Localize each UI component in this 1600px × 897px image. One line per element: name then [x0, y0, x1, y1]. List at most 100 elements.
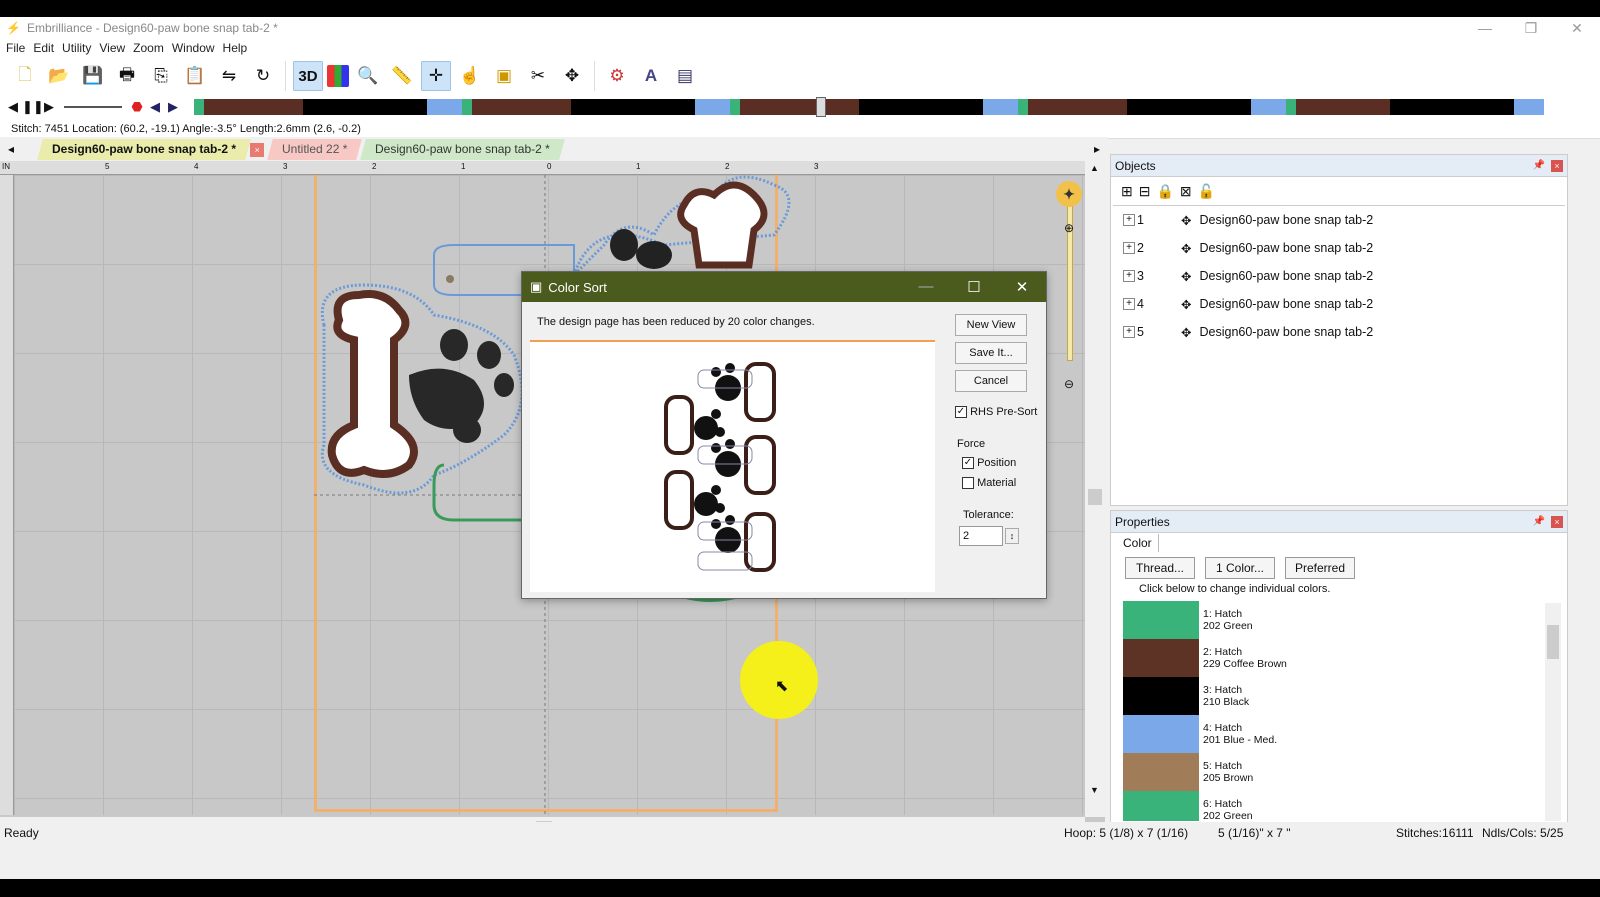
menu-zoom[interactable]: Zoom [129, 39, 168, 57]
hoop-icon[interactable]: ▣ [489, 61, 519, 91]
material-option[interactable]: Material [962, 477, 1016, 490]
tolerance-spinner-icon[interactable]: ↕ [1005, 528, 1019, 544]
color-segment[interactable] [695, 99, 731, 115]
center-icon[interactable]: ✛ [421, 61, 451, 91]
color-segment[interactable] [859, 99, 984, 115]
group-icon[interactable]: ⊞ [1121, 183, 1133, 200]
menu-edit[interactable]: Edit [29, 39, 58, 57]
dialog-maximize-button[interactable]: ☐ [950, 278, 998, 296]
text-icon[interactable]: A [636, 61, 666, 91]
color-segment[interactable] [730, 99, 740, 115]
object-row[interactable]: +1 ✥ Design60-paw bone snap tab-2 [1113, 206, 1565, 234]
preferred-button[interactable]: Preferred [1285, 557, 1355, 579]
menu-utility[interactable]: Utility [58, 39, 95, 57]
color-row[interactable]: 6: Hatch 202 Green [1123, 791, 1539, 821]
ungroup-icon[interactable]: ⊟ [1139, 183, 1151, 200]
canvas-vertical-scrollbar[interactable]: ▲ ▼ [1085, 161, 1105, 817]
tab-close-icon[interactable]: × [250, 143, 265, 157]
color-swatch[interactable] [1123, 677, 1199, 715]
color-segment[interactable] [983, 99, 1018, 115]
new-view-button[interactable]: New View [955, 314, 1027, 336]
export-icon[interactable]: ▤ [670, 61, 700, 91]
delete-icon[interactable]: ⊠ [1180, 183, 1192, 200]
color-swatch[interactable] [1123, 715, 1199, 753]
color-list-scroll-thumb[interactable] [1547, 625, 1559, 659]
menu-window[interactable]: Window [168, 39, 219, 57]
paste-icon[interactable]: 📋 [180, 61, 210, 91]
color-sequence-strip[interactable] [194, 97, 1544, 117]
open-icon[interactable]: 📂 [44, 61, 74, 91]
object-row[interactable]: +3 ✥ Design60-paw bone snap tab-2 [1113, 262, 1565, 290]
color-segment[interactable] [1295, 99, 1391, 115]
print-icon[interactable]: 🖶 [112, 61, 142, 91]
tab-design60-second[interactable]: Design60-paw bone snap tab-2 * [360, 139, 566, 160]
stop-icon[interactable]: ⬣ [128, 99, 146, 115]
step-back-icon[interactable]: ◀ [146, 99, 164, 115]
mirror-icon[interactable]: ⇋ [214, 61, 244, 91]
expand-icon[interactable]: + [1123, 242, 1135, 254]
select-icon[interactable]: ☝ [455, 61, 485, 91]
color-segment[interactable] [471, 99, 572, 115]
tab-untitled-22[interactable]: Untitled 22 * [267, 139, 363, 160]
zoom-icon[interactable]: 🔍 [353, 61, 383, 91]
dialog-minimize-button[interactable]: — [902, 278, 950, 296]
color-segment[interactable] [1514, 99, 1544, 115]
step-forward-icon[interactable]: ▶ [164, 99, 182, 115]
color-segment[interactable] [203, 99, 304, 115]
color-segment[interactable] [194, 99, 204, 115]
material-checkbox[interactable] [962, 477, 974, 490]
color-row[interactable]: 4: Hatch 201 Blue - Med. [1123, 715, 1539, 753]
save-it-button[interactable]: Save It... [955, 342, 1027, 364]
color-segment[interactable] [462, 99, 472, 115]
color-segment[interactable] [427, 99, 463, 115]
rhs-presort-option[interactable]: ✓ RHS Pre-Sort [955, 406, 1037, 419]
menu-help[interactable]: Help [219, 39, 252, 57]
menu-view[interactable]: View [95, 39, 129, 57]
pin-icon[interactable]: 📌 [1533, 516, 1545, 527]
color-segment[interactable] [303, 99, 428, 115]
save-icon[interactable]: 💾 [78, 61, 108, 91]
color-segment[interactable] [1251, 99, 1286, 115]
3d-view-icon[interactable]: 3D [293, 61, 323, 91]
object-row[interactable]: +2 ✥ Design60-paw bone snap tab-2 [1113, 234, 1565, 262]
lock-icon[interactable]: 🔒 [1156, 183, 1173, 200]
object-row[interactable]: +5 ✥ Design60-paw bone snap tab-2 [1113, 318, 1565, 346]
menu-file[interactable]: File [2, 39, 29, 57]
color-segment[interactable] [1285, 99, 1296, 115]
object-row[interactable]: +4 ✥ Design60-paw bone snap tab-2 [1113, 290, 1565, 318]
panel-close-icon[interactable]: × [1551, 159, 1563, 172]
vertical-scroll-thumb[interactable] [1088, 489, 1102, 505]
new-icon[interactable]: 🗋 [10, 61, 40, 91]
color-list-scrollbar[interactable] [1545, 603, 1561, 821]
color-segment[interactable] [571, 99, 696, 115]
compass-icon[interactable]: ✦ [1056, 181, 1082, 207]
rhs-presort-checkbox[interactable]: ✓ [955, 406, 967, 419]
tab-color[interactable]: Color [1117, 534, 1159, 552]
color-segment[interactable] [1390, 99, 1515, 115]
strip-position-thumb[interactable] [816, 97, 826, 117]
dialog-close-button[interactable]: ✕ [998, 278, 1046, 296]
color-segment[interactable] [1027, 99, 1128, 115]
color-segment[interactable] [1017, 99, 1028, 115]
position-checkbox[interactable]: ✓ [962, 457, 974, 470]
close-window-button[interactable]: ✕ [1554, 20, 1600, 37]
color-row[interactable]: 2: Hatch 229 Coffee Brown [1123, 639, 1539, 677]
design-icon[interactable]: ✥ [557, 61, 587, 91]
panel-close-icon[interactable]: × [1551, 515, 1563, 528]
copy-icon[interactable]: ⎘ [146, 61, 176, 91]
settings-icon[interactable]: ⚙ [602, 61, 632, 91]
restore-button[interactable]: ❐ [1508, 20, 1554, 37]
tolerance-input[interactable]: 2 [959, 526, 1003, 546]
cancel-button[interactable]: Cancel [955, 370, 1027, 392]
scroll-up-icon[interactable]: ▲ [1090, 163, 1099, 173]
color-chart-icon[interactable] [327, 65, 349, 87]
color-swatch[interactable] [1123, 601, 1199, 639]
rewind-icon[interactable]: ◀ [4, 99, 22, 115]
scroll-down-icon[interactable]: ▼ [1090, 785, 1099, 795]
pause-icon[interactable]: ❚❚ [22, 99, 44, 115]
color-swatch[interactable] [1123, 639, 1199, 677]
speed-slider[interactable] [64, 106, 122, 108]
expand-icon[interactable]: + [1123, 214, 1135, 226]
color-row[interactable]: 1: Hatch 202 Green [1123, 601, 1539, 639]
color-row[interactable]: 5: Hatch 205 Brown [1123, 753, 1539, 791]
